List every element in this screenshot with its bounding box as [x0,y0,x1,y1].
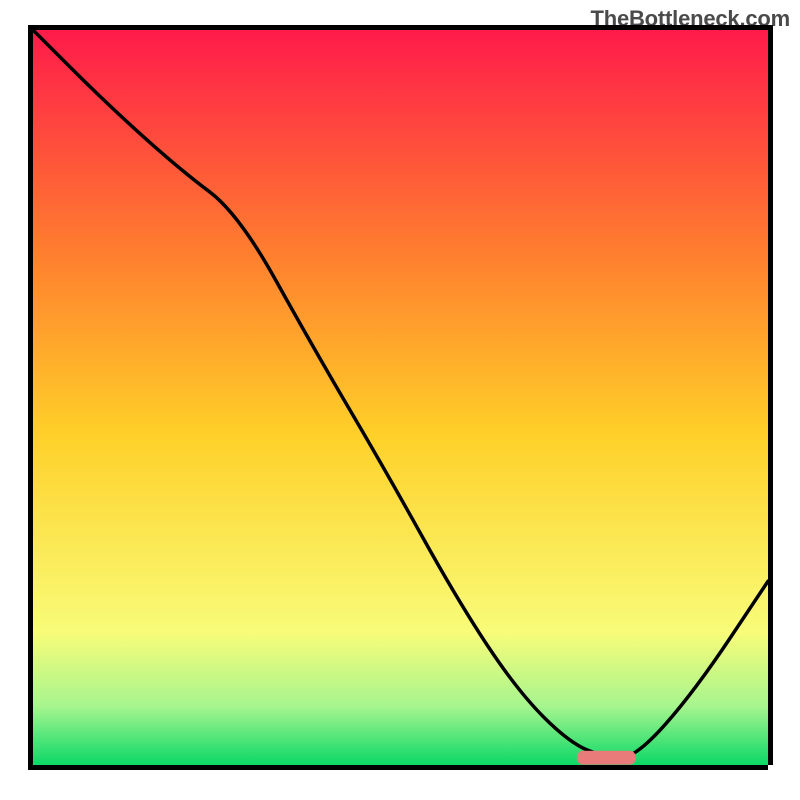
chart-svg [33,30,768,765]
chart-plot-area [28,30,768,770]
chart-background-gradient [33,30,768,765]
optimal-segment-marker [577,751,636,765]
